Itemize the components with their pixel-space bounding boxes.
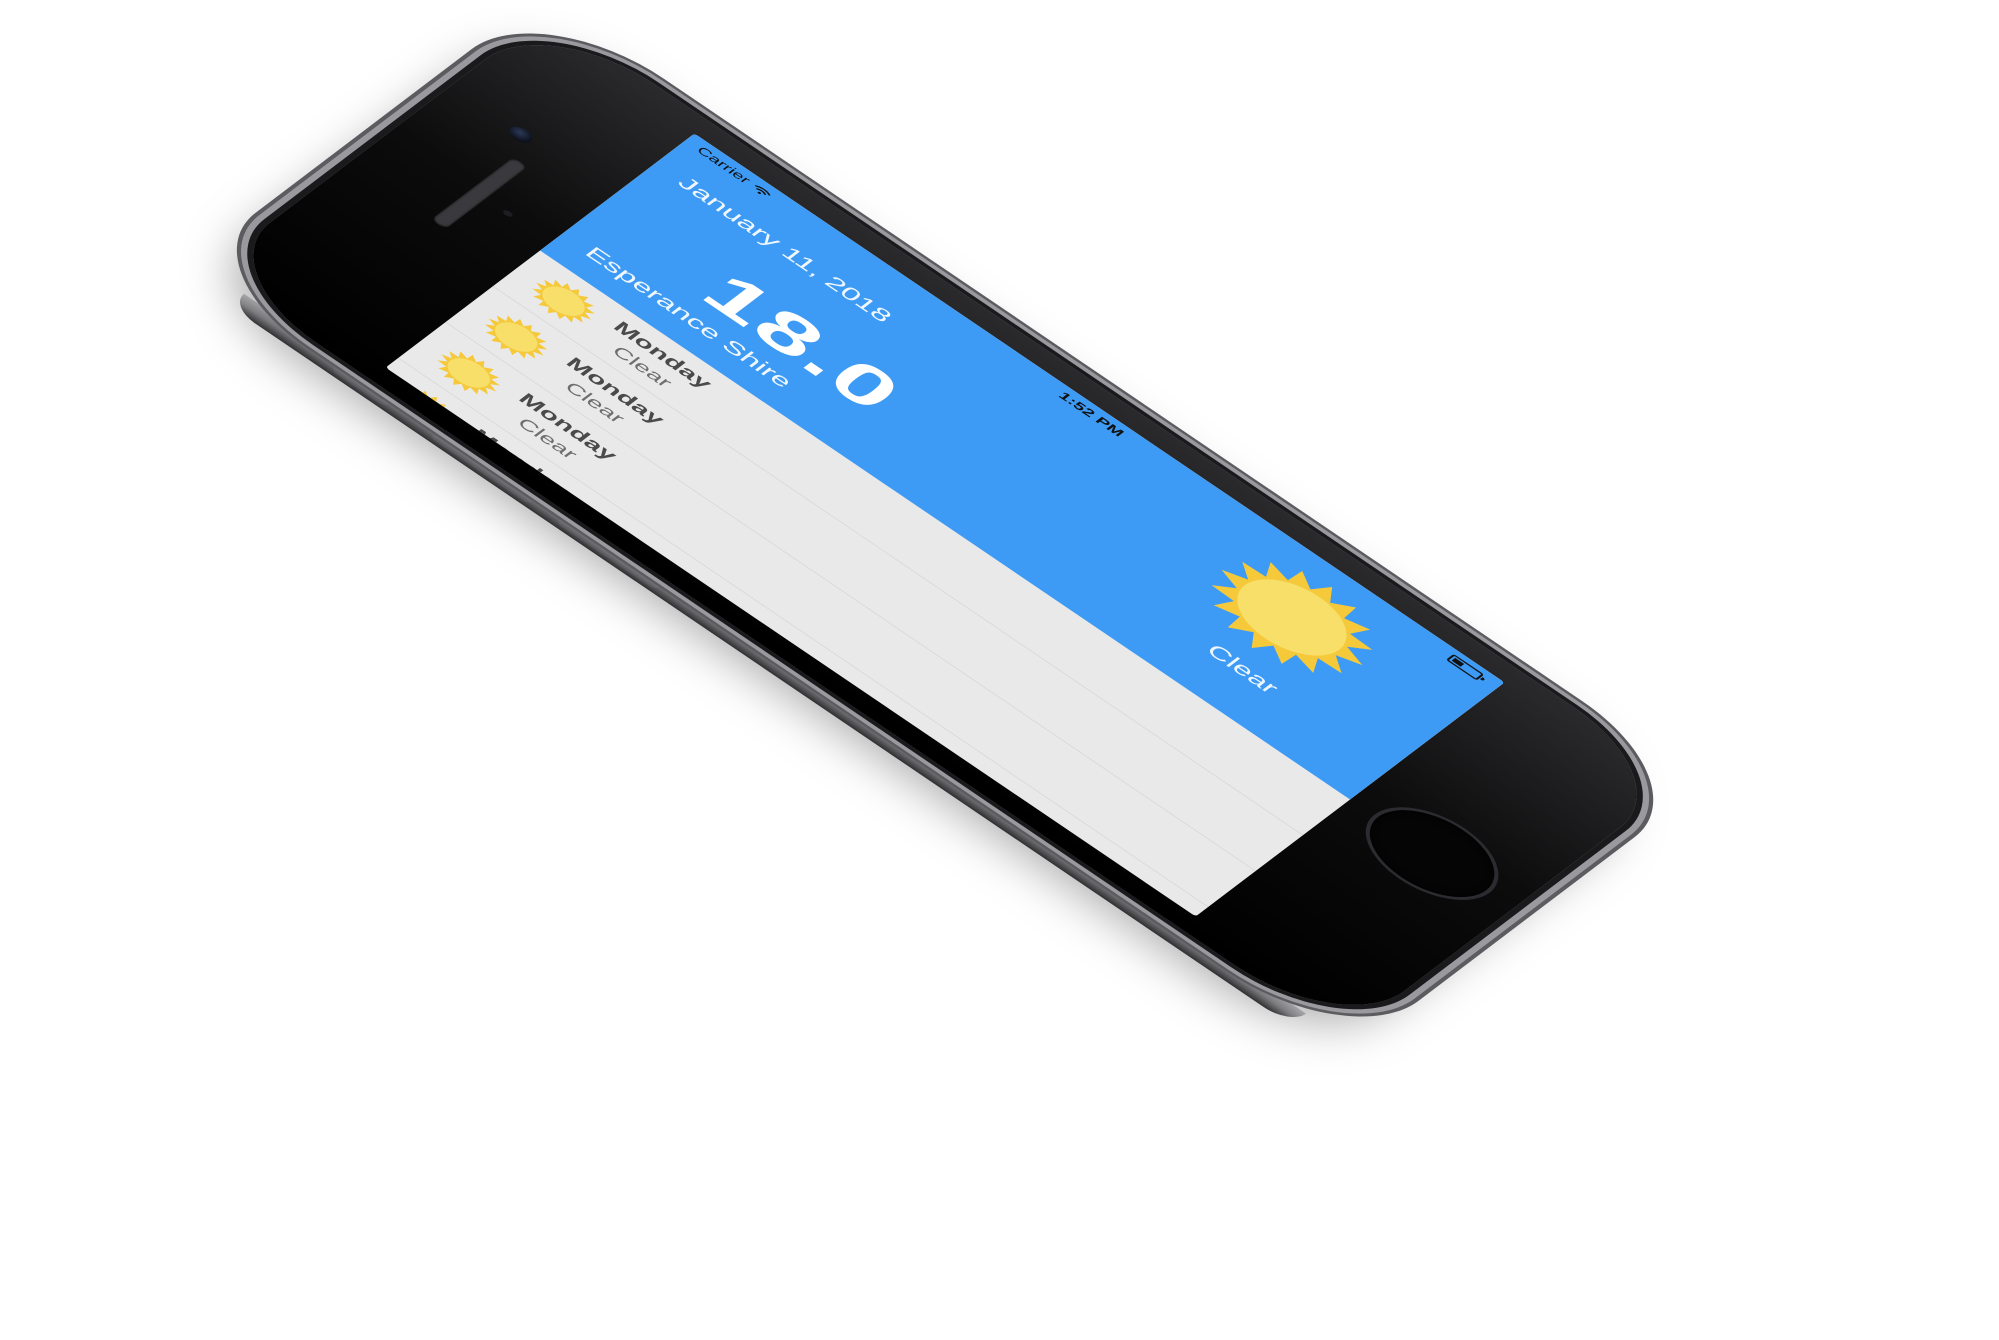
front-camera: [505, 123, 537, 146]
phone-shell: Carrier 1:52 PM January 11, 2018 18.0 Es…: [208, 12, 1683, 1038]
product-shot: Carrier 1:52 PM January 11, 2018 18.0 Es…: [0, 0, 1999, 1340]
forecast-day: Tuesday: [385, 497, 485, 575]
home-button[interactable]: [1347, 793, 1517, 914]
phone-device: Carrier 1:52 PM January 11, 2018 18.0 Es…: [208, 12, 1683, 1038]
sun-icon: [1211, 561, 1373, 674]
forecast-condition: Clear: [418, 486, 487, 535]
earpiece-speaker: [430, 157, 528, 230]
proximity-sensor: [501, 209, 515, 219]
